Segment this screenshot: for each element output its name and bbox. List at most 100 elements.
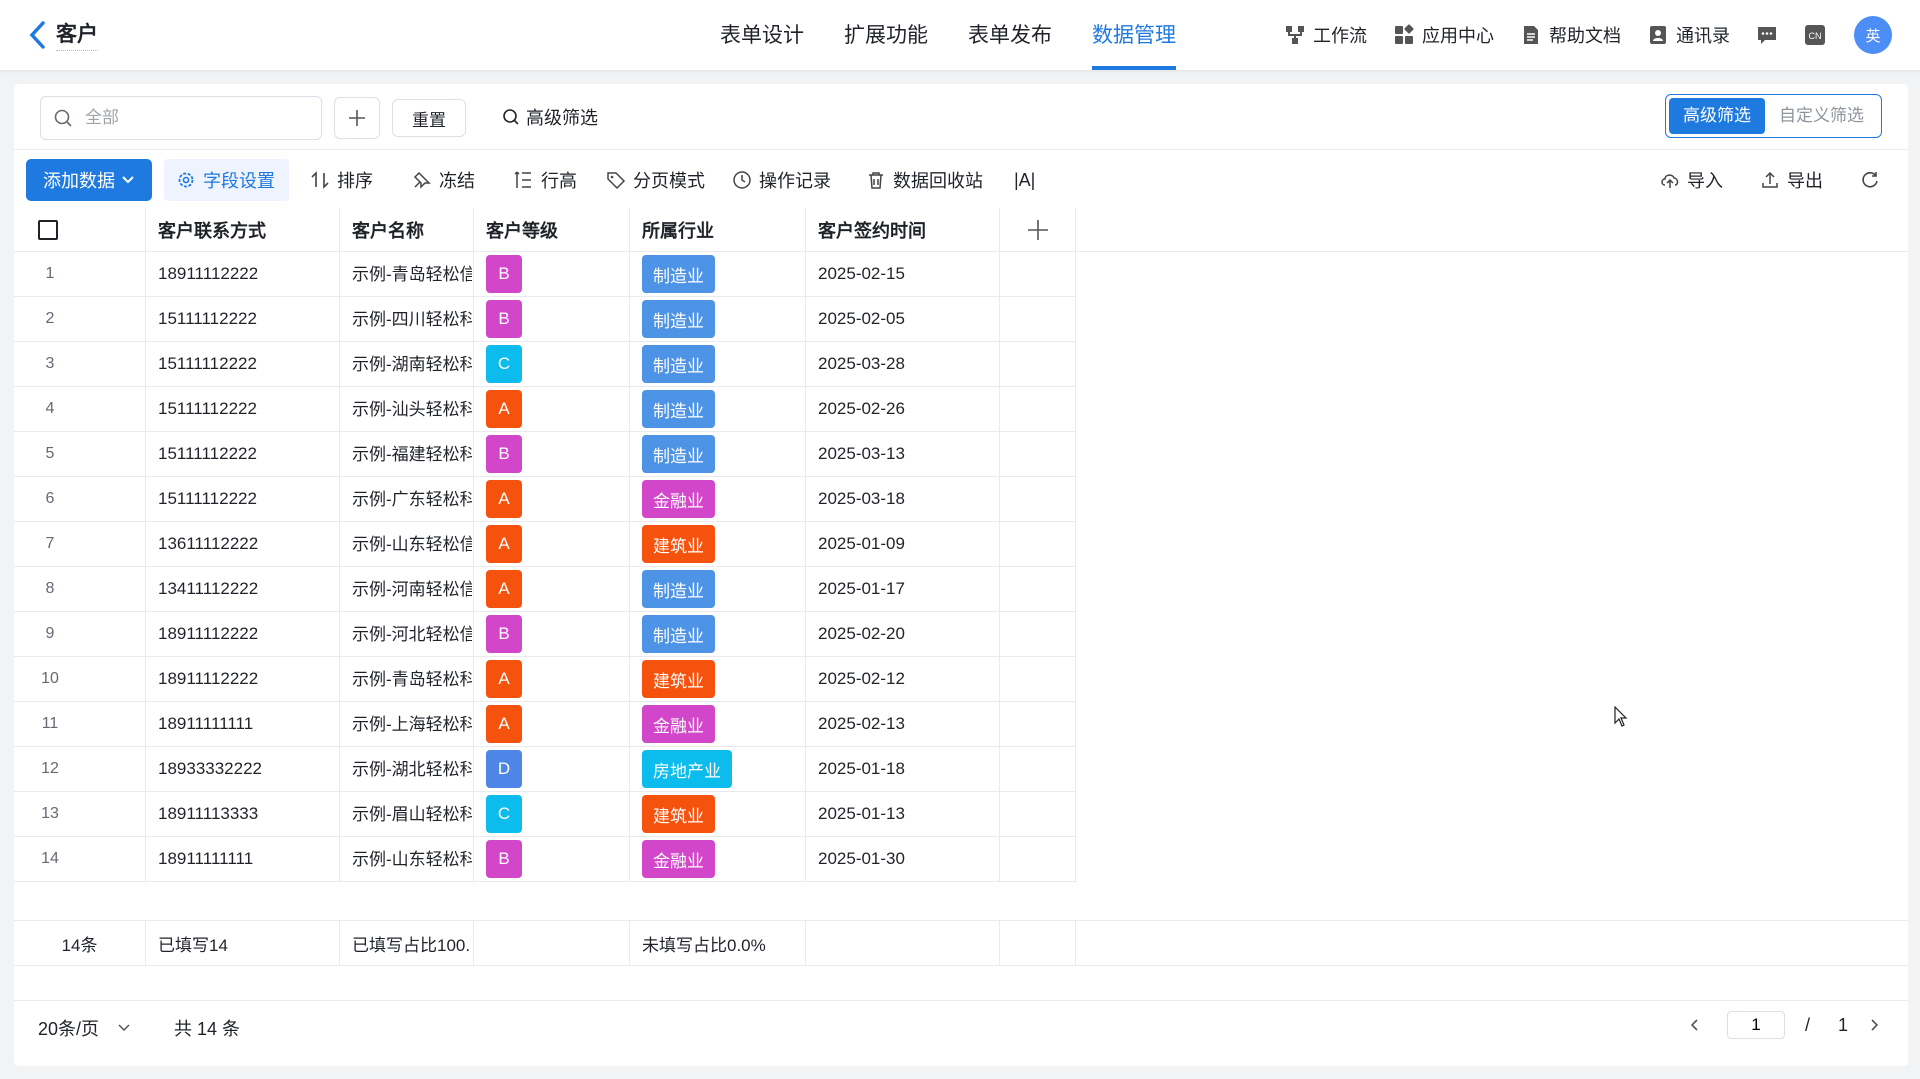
operation-log-button[interactable]: 操作记录 bbox=[732, 159, 831, 201]
select-all-checkbox[interactable] bbox=[38, 219, 58, 240]
column-header[interactable]: 所属行业 bbox=[630, 208, 806, 252]
sign-date-cell[interactable]: 2025-01-17 bbox=[806, 567, 1000, 612]
grade-cell[interactable]: D bbox=[474, 747, 630, 792]
phone-cell[interactable]: 15111112222 bbox=[146, 297, 340, 342]
name-cell[interactable]: 示例-四川轻松科 bbox=[340, 297, 474, 342]
industry-cell[interactable]: 建筑业 bbox=[630, 792, 806, 837]
industry-cell[interactable]: 制造业 bbox=[630, 567, 806, 612]
name-cell[interactable]: 示例-上海轻松科 bbox=[340, 702, 474, 747]
phone-cell[interactable]: 13411112222 bbox=[146, 567, 340, 612]
column-header[interactable]: 客户名称 bbox=[340, 208, 474, 252]
table-row[interactable]: 3 15111112222 示例-湖南轻松科 C 制造业 2025-03-28 bbox=[14, 342, 1908, 387]
page-size-select[interactable]: 20条/页 bbox=[38, 1015, 131, 1041]
chevron-right-icon[interactable] bbox=[1866, 1017, 1882, 1033]
recycle-bin-button[interactable]: 数据回收站 bbox=[866, 159, 983, 201]
column-header[interactable]: 客户签约时间 bbox=[806, 208, 1000, 252]
tab-form-publish[interactable]: 表单发布 bbox=[968, 0, 1052, 70]
table-row[interactable]: 4 15111112222 示例-汕头轻松科 A 制造业 2025-02-26 bbox=[14, 387, 1908, 432]
grade-cell[interactable]: B bbox=[474, 297, 630, 342]
sign-date-cell[interactable]: 2025-03-18 bbox=[806, 477, 1000, 522]
sign-date-cell[interactable]: 2025-01-09 bbox=[806, 522, 1000, 567]
sign-date-cell[interactable]: 2025-02-20 bbox=[806, 612, 1000, 657]
grade-cell[interactable]: A bbox=[474, 657, 630, 702]
table-row[interactable]: 6 15111112222 示例-广东轻松科 A 金融业 2025-03-18 bbox=[14, 477, 1908, 522]
sign-date-cell[interactable]: 2025-01-30 bbox=[806, 837, 1000, 882]
grade-cell[interactable]: C bbox=[474, 342, 630, 387]
industry-cell[interactable]: 制造业 bbox=[630, 252, 806, 297]
phone-cell[interactable]: 15111112222 bbox=[146, 477, 340, 522]
grade-cell[interactable]: B bbox=[474, 837, 630, 882]
table-row[interactable]: 8 13411112222 示例-河南轻松信 A 制造业 2025-01-17 bbox=[14, 567, 1908, 612]
industry-cell[interactable]: 房地产业 bbox=[630, 747, 806, 792]
grade-cell[interactable]: A bbox=[474, 567, 630, 612]
pagination-mode-button[interactable]: 分页模式 bbox=[606, 159, 705, 201]
sign-date-cell[interactable]: 2025-02-26 bbox=[806, 387, 1000, 432]
sign-date-cell[interactable]: 2025-02-15 bbox=[806, 252, 1000, 297]
industry-cell[interactable]: 金融业 bbox=[630, 702, 806, 747]
refresh-button[interactable] bbox=[1860, 159, 1887, 201]
messages-button[interactable] bbox=[1756, 24, 1778, 46]
industry-cell[interactable]: 建筑业 bbox=[630, 522, 806, 567]
add-filter-button[interactable] bbox=[334, 97, 380, 139]
back-button[interactable]: 客户 bbox=[28, 18, 98, 51]
name-cell[interactable]: 示例-河南轻松信 bbox=[340, 567, 474, 612]
freeze-button[interactable]: 冻结 bbox=[412, 159, 475, 201]
advanced-filter-link[interactable]: 高级筛选 bbox=[502, 104, 598, 130]
sign-date-cell[interactable]: 2025-01-13 bbox=[806, 792, 1000, 837]
grade-cell[interactable]: A bbox=[474, 477, 630, 522]
search-box[interactable] bbox=[40, 96, 322, 140]
table-row[interactable]: 5 15111112222 示例-福建轻松科 B 制造业 2025-03-13 bbox=[14, 432, 1908, 477]
grade-cell[interactable]: B bbox=[474, 612, 630, 657]
name-cell[interactable]: 示例-山东轻松科 bbox=[340, 837, 474, 882]
table-row[interactable]: 1 18911112222 示例-青岛轻松信 B 制造业 2025-02-15 bbox=[14, 252, 1908, 297]
phone-cell[interactable]: 18911112222 bbox=[146, 252, 340, 297]
grade-cell[interactable]: C bbox=[474, 792, 630, 837]
contacts-button[interactable]: 通讯录 bbox=[1647, 22, 1730, 48]
sign-date-cell[interactable]: 2025-01-18 bbox=[806, 747, 1000, 792]
industry-cell[interactable]: 制造业 bbox=[630, 297, 806, 342]
sign-date-cell[interactable]: 2025-03-13 bbox=[806, 432, 1000, 477]
column-header[interactable]: 客户等级 bbox=[474, 208, 630, 252]
name-cell[interactable]: 示例-山东轻松信 bbox=[340, 522, 474, 567]
sign-date-cell[interactable]: 2025-02-05 bbox=[806, 297, 1000, 342]
export-button[interactable]: 导出 bbox=[1760, 159, 1823, 201]
phone-cell[interactable]: 18911111111 bbox=[146, 837, 340, 882]
search-input[interactable] bbox=[85, 108, 305, 128]
add-column-button[interactable] bbox=[1000, 208, 1076, 252]
import-button[interactable]: 导入 bbox=[1660, 159, 1723, 201]
page-number-input[interactable] bbox=[1726, 1011, 1785, 1039]
grade-cell[interactable]: A bbox=[474, 522, 630, 567]
reset-button[interactable]: 重置 bbox=[392, 99, 466, 137]
phone-cell[interactable]: 18911112222 bbox=[146, 612, 340, 657]
name-cell[interactable]: 示例-眉山轻松科 bbox=[340, 792, 474, 837]
industry-cell[interactable]: 制造业 bbox=[630, 342, 806, 387]
tab-extensions[interactable]: 扩展功能 bbox=[844, 0, 928, 70]
toggle-advanced-filter[interactable]: 高级筛选 bbox=[1669, 98, 1765, 134]
name-cell[interactable]: 示例-青岛轻松科 bbox=[340, 657, 474, 702]
industry-cell[interactable]: 制造业 bbox=[630, 432, 806, 477]
avatar[interactable]: 英 bbox=[1854, 16, 1892, 54]
grade-cell[interactable]: B bbox=[474, 252, 630, 297]
phone-cell[interactable]: 18933332222 bbox=[146, 747, 340, 792]
column-header[interactable]: 客户联系方式 bbox=[146, 208, 340, 252]
sign-date-cell[interactable]: 2025-03-28 bbox=[806, 342, 1000, 387]
phone-cell[interactable]: 13611112222 bbox=[146, 522, 340, 567]
grade-cell[interactable]: B bbox=[474, 432, 630, 477]
name-cell[interactable]: 示例-汕头轻松科 bbox=[340, 387, 474, 432]
row-height-button[interactable]: 行高 bbox=[514, 159, 577, 201]
name-cell[interactable]: 示例-福建轻松科 bbox=[340, 432, 474, 477]
toggle-custom-filter[interactable]: 自定义筛选 bbox=[1765, 98, 1878, 134]
table-row[interactable]: 9 18911112222 示例-河北轻松信 B 制造业 2025-02-20 bbox=[14, 612, 1908, 657]
chevron-left-icon[interactable] bbox=[1687, 1017, 1703, 1033]
industry-cell[interactable]: 建筑业 bbox=[630, 657, 806, 702]
phone-cell[interactable]: 15111112222 bbox=[146, 432, 340, 477]
tab-data-management[interactable]: 数据管理 bbox=[1092, 0, 1176, 70]
industry-cell[interactable]: 金融业 bbox=[630, 837, 806, 882]
sign-date-cell[interactable]: 2025-02-12 bbox=[806, 657, 1000, 702]
tab-form-design[interactable]: 表单设计 bbox=[720, 0, 804, 70]
industry-cell[interactable]: 制造业 bbox=[630, 612, 806, 657]
table-row[interactable]: 10 18911112222 示例-青岛轻松科 A 建筑业 2025-02-12 bbox=[14, 657, 1908, 702]
sort-button[interactable]: 排序 bbox=[310, 159, 373, 201]
add-data-button[interactable]: 添加数据 bbox=[26, 159, 152, 201]
table-row[interactable]: 13 18911113333 示例-眉山轻松科 C 建筑业 2025-01-13 bbox=[14, 792, 1908, 837]
